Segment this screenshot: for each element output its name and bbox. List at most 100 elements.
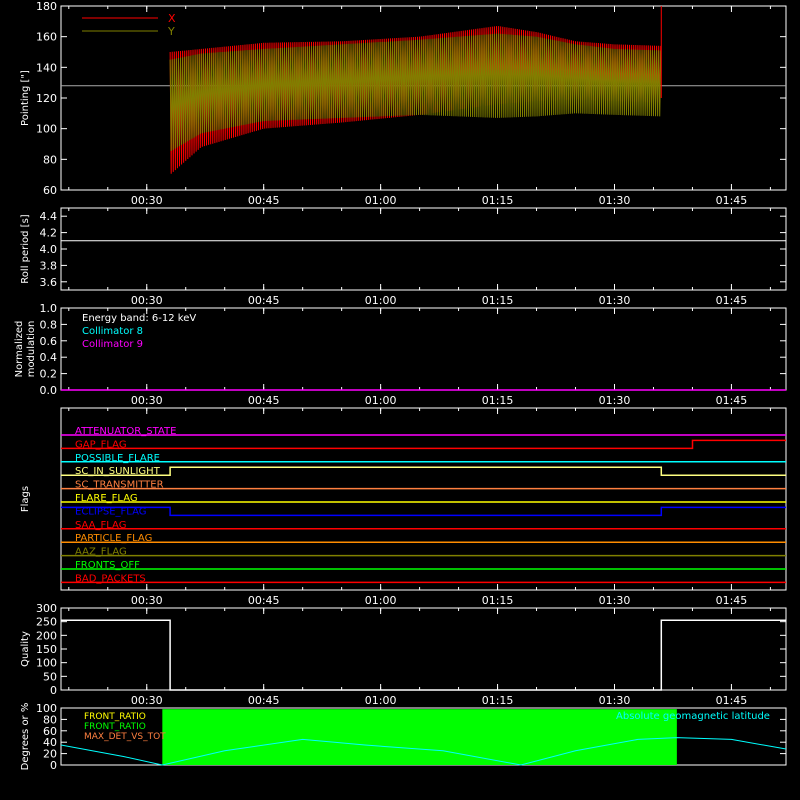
x-tick-label: 01:00 [365,294,397,307]
x-tick-label: 01:15 [482,194,514,207]
y-axis-label: Roll period [s] [20,214,31,283]
legend-label: Energy band: 6-12 keV [82,313,196,324]
flag-label: GAP_FLAG [75,439,127,450]
x-tick-label: 00:30 [131,694,163,707]
hessi-observing-summary: 00:30 00:45 01:00 01:15 01:30 01:456080100120… [14,0,787,772]
x-tick-label: 01:00 [365,394,397,407]
y-tick-label: 3.8 [40,259,58,272]
x-tick-label: 00:45 [248,194,280,207]
y-tick-label: 60 [43,184,57,197]
plot-frame [60,207,787,291]
y-tick-label: 20 [43,748,57,761]
flag-eclipse-flag-line [61,506,786,517]
y-tick-label: 4.2 [40,227,58,240]
x-tick-label: 01:30 [599,394,631,407]
x-tick-label: 01:45 [716,594,748,607]
x-tick-label: 01:45 [716,194,748,207]
flag-label: BAD_PACKETS [75,573,146,584]
x-tick-label: 00:30 [131,594,163,607]
x-tick-label: 01:30 [599,694,631,707]
y-tick-label: 0.4 [40,351,58,364]
y-tick-label: 140 [36,61,57,74]
front-ratio-bars [162,709,677,765]
x-tick-label: 01:30 [599,194,631,207]
x-tick-label: 00:30 [131,294,163,307]
y-tick-label: 160 [36,31,57,44]
legend-label: MAX_DET_VS_TOT [84,732,166,742]
y-tick-label: 3.6 [40,276,58,289]
x-tick-label: 00:45 [248,394,280,407]
y-axis-label: Quality [20,631,31,667]
y-tick-label: 100 [36,702,57,715]
legend-label: Y [167,25,175,38]
x-tick-label: 01:00 [365,694,397,707]
x-tick-label: 00:45 [248,594,280,607]
y-tick-label: 0.2 [40,368,58,381]
y-tick-label: 300 [36,602,57,615]
y-tick-label: 0.6 [40,335,58,348]
legend-label: Collimator 8 [82,326,143,337]
flag-label: FRONTS_OFF [75,560,140,571]
y-tick-label: 180 [36,0,57,13]
x-tick-label: 01:00 [365,594,397,607]
flag-label: ECLIPSE_FLAG [75,506,146,517]
y-tick-label: 80 [43,153,57,166]
legend-label: FRONT_RATIO [84,712,146,722]
y-tick-label: 150 [36,643,57,656]
flag-label: SC_TRANSMITTER [75,480,164,491]
y-tick-label: 0.0 [40,384,58,397]
y-tick-label: 0 [50,759,57,772]
y-tick-label: 100 [36,657,57,670]
flag-label: POSSIBLE_FLARE [75,453,160,464]
y-tick-label: 0.8 [40,318,58,331]
x-tick-label: 00:45 [248,694,280,707]
flag-sc-in-sunlight-line [61,466,786,476]
x-tick-label: 01:30 [599,294,631,307]
legend-label: FRONT_RATIO [84,722,146,732]
y-axis-label: Flags [20,486,31,512]
y-tick-label: 80 [43,713,57,726]
y-tick-label: 60 [43,725,57,738]
y-tick-label: 0 [50,684,57,697]
y-tick-label: 4.4 [40,210,58,223]
x-tick-label: 00:30 [131,394,163,407]
flag-gap-flag-line [61,439,786,450]
flag-label: PARTICLE_FLAG [75,533,152,544]
flag-label: SC_IN_SUNLIGHT [75,466,161,477]
y-tick-label: 100 [36,123,57,136]
legend-label: Absolute geomagnetic latitude [616,711,770,722]
y-tick-label: 4.0 [40,243,58,256]
x-tick-label: 00:45 [248,294,280,307]
roll-period-panel: 00:30 00:45 01:00 01:15 01:30 01:45 3.6 3.8 4.0 4… [20,207,787,307]
flag-label: AAZ_FLAG [75,547,127,558]
x-tick-label: 01:15 [482,294,514,307]
quality-panel: 00:30 00:45 01:00 01:15 01:30 01:450501001502… [20,602,787,707]
legend-label: X [168,12,176,25]
flag-label: SAA_FLAG [75,520,126,531]
y-tick-label: 1.0 [40,302,58,315]
pointing-panel: 00:30 00:45 01:00 01:15 01:30 01:45 60 80 100 120… [20,0,787,207]
x-tick-label: 01:45 [716,394,748,407]
y-tick-label: 250 [36,616,57,629]
flag-label: ATTENUATOR_STATE [75,426,176,437]
y-tick-label: 40 [43,736,57,749]
legend-label: Collimator 9 [82,339,143,350]
y-tick-label: 120 [36,92,57,105]
x-tick-label: 01:15 [482,594,514,607]
x-tick-label: 01:15 [482,394,514,407]
x-tick-label: 01:45 [716,694,748,707]
y-axis-label: Normalizedmodulation [14,321,37,378]
x-tick-label: 01:00 [365,194,397,207]
status-panel: 020406080100 Degrees or % FRONT_RATIOFRONT… [20,702,787,772]
x-tick-label: 01:15 [482,694,514,707]
x-tick-label: 01:30 [599,594,631,607]
y-axis-label: Pointing ["] [20,70,31,126]
flags-panel: 00:30 00:45 01:00 01:15 01:30 01:45 Flags ATTEN… [20,407,787,607]
quality-line [61,619,786,691]
y-axis-label: Degrees or % [20,703,31,771]
y-tick-label: 50 [43,670,57,683]
y-tick-label: 200 [36,629,57,642]
x-tick-label: 01:45 [716,294,748,307]
modulation-panel: 00:30 00:45 01:00 01:15 01:30 01:45 0.0 0.2 0.4 0… [14,302,787,407]
x-tick-label: 00:30 [131,194,163,207]
